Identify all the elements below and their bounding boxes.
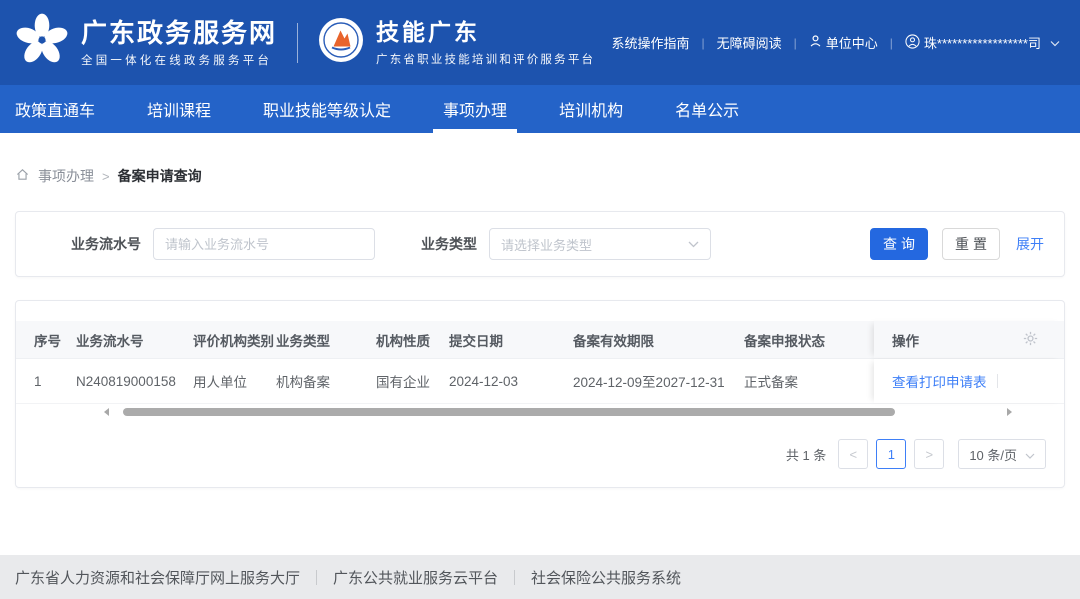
serial-number-label: 业务流水号 <box>71 234 141 254</box>
nav-item-training-courses[interactable]: 培训课程 <box>147 85 211 133</box>
action-divider <box>997 374 998 388</box>
results-table-card: 序号 业务流水号 评价机构类别 业务类型 机构性质 提交日期 备案有效期限 备案… <box>15 300 1065 488</box>
chevron-down-icon <box>688 235 699 253</box>
breadcrumb-separator: > <box>102 169 110 184</box>
scrollbar-track[interactable] <box>114 408 1002 416</box>
home-icon[interactable] <box>15 167 30 185</box>
footer-divider <box>316 570 317 585</box>
col-header-org-nature: 机构性质 <box>376 330 449 350</box>
person-icon <box>809 34 822 51</box>
breadcrumb-current: 备案申请查询 <box>118 166 202 186</box>
col-header-actions: 操作 <box>874 321 1064 358</box>
search-filter-panel: 业务流水号 业务类型 请选择业务类型 查询 重置 展开 <box>15 211 1065 277</box>
serial-number-input[interactable] <box>153 228 375 260</box>
app-header: 广东政务服务网 全国一体化在线政务服务平台 技能广东 广东省职业技能培训和评价服… <box>0 0 1080 85</box>
system-guide-link[interactable]: 系统操作指南 <box>612 33 690 52</box>
platform-title: 技能广东 <box>376 19 595 46</box>
platform-badge-icon <box>318 17 364 68</box>
breadcrumb: 事项办理 > 备案申请查询 <box>15 166 1065 186</box>
col-header-submit-date: 提交日期 <box>449 330 573 350</box>
nav-item-matters-handling[interactable]: 事项办理 <box>443 85 507 133</box>
breadcrumb-section[interactable]: 事项办理 <box>38 166 94 186</box>
scroll-left-arrow-icon[interactable] <box>104 408 109 416</box>
footer: 广东省人力资源和社会保障厅网上服务大厅 广东公共就业服务云平台 社会保险公共服务… <box>0 555 1080 599</box>
chevron-down-icon <box>1025 447 1035 462</box>
main-nav: 政策直通车 培训课程 职业技能等级认定 事项办理 培训机构 名单公示 <box>0 85 1080 133</box>
cell-biz-type: 机构备案 <box>276 371 376 391</box>
link-separator: | <box>702 36 705 50</box>
cell-serial: N240819000158 <box>76 374 193 389</box>
pagination-prev-button[interactable]: < <box>838 439 868 469</box>
platform-logo-block: 技能广东 广东省职业技能培训和评价服务平台 <box>318 17 595 68</box>
table-header-row: 序号 业务流水号 评价机构类别 业务类型 机构性质 提交日期 备案有效期限 备案… <box>16 321 1064 359</box>
business-type-select[interactable]: 请选择业务类型 <box>489 228 711 260</box>
header-divider <box>297 23 298 63</box>
pagination-page-1[interactable]: 1 <box>876 439 906 469</box>
table-row: 1 N240819000158 用人单位 机构备案 国有企业 2024-12-0… <box>16 359 1064 404</box>
col-header-validity: 备案有效期限 <box>573 330 744 350</box>
cell-index: 1 <box>16 374 76 389</box>
col-header-status: 备案申报状态 <box>744 330 874 350</box>
expand-link[interactable]: 展开 <box>1016 234 1044 254</box>
cell-actions: 查看打印申请表 <box>874 359 1064 403</box>
nav-item-training-institutions[interactable]: 培训机构 <box>559 85 623 133</box>
link-separator: | <box>890 36 893 50</box>
active-tab-indicator <box>433 129 517 133</box>
link-separator: | <box>794 36 797 50</box>
footer-link-employment-cloud[interactable]: 广东公共就业服务云平台 <box>333 567 498 588</box>
cell-org-category: 用人单位 <box>193 371 276 391</box>
col-header-org-category: 评价机构类别 <box>193 330 276 350</box>
platform-subtitle: 广东省职业技能培训和评价服务平台 <box>376 51 595 67</box>
footer-link-hrss-hall[interactable]: 广东省人力资源和社会保障厅网上服务大厅 <box>15 567 300 588</box>
cell-submit-date: 2024-12-03 <box>449 374 573 389</box>
pagination-total: 共 1 条 <box>786 445 826 464</box>
pagination: 共 1 条 < 1 > 10 条/页 <box>16 439 1064 469</box>
col-header-biz-type: 业务类型 <box>276 330 376 350</box>
site-subtitle: 全国一体化在线政务服务平台 <box>81 52 277 68</box>
horizontal-scrollbar <box>104 407 1012 417</box>
site-logo-icon <box>15 13 69 72</box>
footer-divider <box>514 570 515 585</box>
page-size-select[interactable]: 10 条/页 <box>958 439 1046 469</box>
col-header-index: 序号 <box>16 330 76 350</box>
cell-status: 正式备案 <box>744 371 874 391</box>
pagination-next-button[interactable]: > <box>914 439 944 469</box>
scroll-right-arrow-icon[interactable] <box>1007 408 1012 416</box>
gear-icon[interactable] <box>1023 331 1038 349</box>
site-title: 广东政务服务网 <box>81 18 277 48</box>
chevron-down-icon <box>1050 35 1060 50</box>
unit-center-link[interactable]: 单位中心 <box>809 33 878 52</box>
accessibility-link[interactable]: 无障碍阅读 <box>717 33 782 52</box>
footer-link-social-insurance[interactable]: 社会保险公共服务系统 <box>531 567 681 588</box>
user-menu[interactable]: 珠******************司 <box>905 33 1060 52</box>
view-print-application-link[interactable]: 查看打印申请表 <box>892 371 987 391</box>
cell-org-nature: 国有企业 <box>376 371 449 391</box>
business-type-label: 业务类型 <box>421 234 477 254</box>
col-header-serial: 业务流水号 <box>76 330 193 350</box>
avatar-icon <box>905 34 920 52</box>
nav-item-skill-level-certification[interactable]: 职业技能等级认定 <box>263 85 391 133</box>
reset-button[interactable]: 重置 <box>942 228 1000 260</box>
search-button[interactable]: 查询 <box>870 228 928 260</box>
cell-validity: 2024-12-09至2027-12-31 <box>573 371 744 391</box>
nav-item-policy-express[interactable]: 政策直通车 <box>15 85 95 133</box>
username: 珠******************司 <box>924 33 1041 52</box>
site-logo-block: 广东政务服务网 全国一体化在线政务服务平台 <box>15 13 277 72</box>
nav-item-public-list[interactable]: 名单公示 <box>675 85 739 133</box>
scrollbar-thumb[interactable] <box>123 408 896 416</box>
